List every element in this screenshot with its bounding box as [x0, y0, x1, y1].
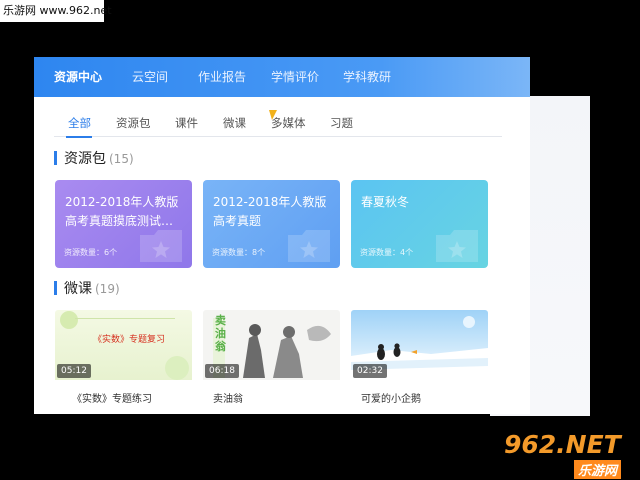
card-title: 2012-2018年人教版高考真题 — [213, 195, 327, 228]
video-caption[interactable]: 《实数》专题练习 — [72, 390, 152, 405]
category-tabs: 全部 资源包 课件 微课 多媒体 习题 — [54, 97, 502, 138]
site-logo: 962.NET 乐游网 — [498, 430, 636, 480]
folder-icon — [140, 230, 182, 262]
card-resource-count: 资源数量：4个 — [360, 248, 414, 257]
folder-icon — [288, 230, 330, 262]
microlesson-count: (19) — [95, 282, 120, 296]
video-thumbnail[interactable]: 02:32 — [351, 310, 488, 380]
video-caption[interactable]: 可爱的小企鹅 — [361, 390, 421, 405]
section-accent-bar — [54, 281, 57, 295]
tab-cloud-space[interactable]: 云空间 — [132, 57, 168, 97]
card-resource-count: 资源数量：6个 — [64, 248, 118, 257]
top-navigation: 资源中心 云空间 作业报告 学情评价 学科教研 — [34, 57, 530, 97]
tab-learning-evaluation[interactable]: 学情评价 — [271, 57, 319, 97]
subtab-exercises[interactable]: 习题 — [330, 97, 353, 137]
folder-icon — [436, 230, 478, 262]
microlesson-heading: 微课 (19) — [54, 280, 120, 298]
subtab-courseware[interactable]: 课件 — [175, 97, 198, 137]
resource-pack-count: (15) — [109, 152, 134, 166]
resource-pack-card[interactable]: 2012-2018年人教版高考真题 资源数量：8个 — [203, 180, 340, 268]
video-thumbnail[interactable]: 卖油翁 06:18 — [203, 310, 340, 380]
main-content: 全部 资源包 课件 微课 多媒体 习题 资源包 (15) 2012-2018年人教… — [34, 97, 530, 414]
video-duration: 06:18 — [205, 364, 239, 378]
subtab-all[interactable]: 全部 — [68, 97, 91, 137]
thumbnail-title: 卖油翁 — [215, 314, 226, 353]
logo-brand-text: 乐游网 — [574, 460, 622, 479]
card-title: 2012-2018年人教版高考真题摸底测试… — [65, 195, 179, 228]
card-title: 春夏秋冬 — [361, 195, 410, 209]
subtab-microlesson[interactable]: 微课 — [223, 97, 246, 137]
resource-pack-heading: 资源包 (15) — [54, 150, 134, 168]
video-duration: 02:32 — [353, 364, 387, 378]
logo-domain-text: 962.NET — [504, 430, 621, 459]
screenshot-stage: 乐游网 www.962.net 资源中心 云空间 作业报告 学情评价 学科教研 … — [0, 0, 640, 480]
subtab-resource-pack[interactable]: 资源包 — [116, 97, 151, 137]
tab-resource-center[interactable]: 资源中心 — [54, 57, 102, 97]
active-tab-underline — [66, 136, 92, 138]
app-window: 资源中心 云空间 作业报告 学情评价 学科教研 全部 资源包 课件 微课 多媒体… — [34, 57, 530, 414]
section-accent-bar — [54, 151, 57, 165]
video-caption[interactable]: 卖油翁 — [213, 390, 243, 405]
thumbnail-title: 《实数》专题复习 — [93, 335, 166, 345]
resource-pack-card[interactable]: 春夏秋冬 资源数量：4个 — [351, 180, 488, 268]
video-thumbnail[interactable]: 《实数》专题复习 05:12 — [55, 310, 192, 380]
resource-pack-title: 资源包 — [64, 151, 106, 167]
tab-subject-research[interactable]: 学科教研 — [343, 57, 391, 97]
video-duration: 05:12 — [57, 364, 91, 378]
microlesson-title: 微课 — [64, 281, 92, 297]
card-resource-count: 资源数量：8个 — [212, 248, 266, 257]
pointer-cursor-icon — [269, 110, 277, 120]
tab-homework-report[interactable]: 作业报告 — [198, 57, 246, 97]
watermark-text: 乐游网 www.962.net — [0, 0, 112, 22]
resource-pack-card[interactable]: 2012-2018年人教版高考真题摸底测试… 资源数量：6个 — [55, 180, 192, 268]
